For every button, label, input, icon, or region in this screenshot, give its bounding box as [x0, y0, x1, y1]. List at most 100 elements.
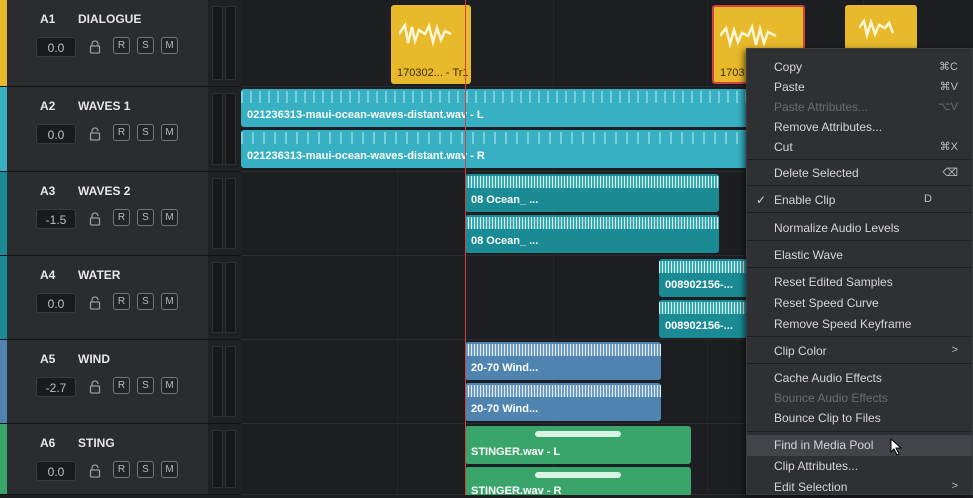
- menu-item-remove-attributes[interactable]: Remove Attributes...: [747, 117, 972, 138]
- menu-item-reset-edited-samples[interactable]: Reset Edited Samples: [747, 272, 972, 293]
- record-button[interactable]: R: [113, 37, 130, 54]
- record-button[interactable]: R: [113, 461, 130, 478]
- track-volume-field[interactable]: 0.0: [36, 461, 76, 481]
- clip-water[interactable]: 008902156-...: [659, 300, 749, 338]
- clip-dialogue[interactable]: 170302... - Tr1: [391, 5, 471, 84]
- mute-button[interactable]: M: [161, 293, 178, 310]
- menu-item-delete-selected[interactable]: Delete Selected ⌫: [747, 163, 972, 184]
- lock-icon[interactable]: [88, 40, 102, 54]
- menu-item-enable-clip[interactable]: ✓ Enable Clip D: [747, 190, 972, 211]
- menu-item-elastic-wave[interactable]: Elastic Wave: [747, 245, 972, 266]
- waveform: [859, 17, 895, 39]
- menu-item-remove-speed-keyframe[interactable]: Remove Speed Keyframe: [747, 314, 972, 335]
- track-header-a1[interactable]: A1 DIALOGUE 0.0 R S M: [0, 0, 208, 87]
- track-name[interactable]: WAVES 2: [78, 184, 130, 198]
- menu-item-clip-color[interactable]: Clip Color >: [747, 341, 972, 362]
- menu-separator: [747, 212, 972, 213]
- clip-label: 008902156-...: [665, 320, 733, 332]
- track-header-a5[interactable]: A5 WIND -2.7 R S M: [0, 340, 208, 424]
- clip-label: 20-70 Wind...: [471, 362, 539, 374]
- menu-item-reset-speed-curve[interactable]: Reset Speed Curve: [747, 293, 972, 314]
- mute-button[interactable]: M: [161, 377, 178, 394]
- clip-waves2[interactable]: 08 Ocean_ ...: [465, 174, 719, 212]
- track-volume-field[interactable]: 0.0: [36, 37, 76, 57]
- track-name[interactable]: WIND: [78, 352, 110, 366]
- chevron-right-icon: >: [951, 344, 958, 356]
- lock-icon[interactable]: [88, 464, 102, 478]
- clip-waves1-r[interactable]: 021236313-maui-ocean-waves-distant.wav -…: [241, 130, 761, 168]
- track-header-a6[interactable]: A6 STING 0.0 R S M: [0, 424, 208, 495]
- mute-button[interactable]: M: [161, 124, 178, 141]
- solo-button[interactable]: S: [137, 209, 154, 226]
- lock-icon[interactable]: [88, 212, 102, 226]
- solo-button[interactable]: S: [137, 461, 154, 478]
- menu-item-cache-audio-effects[interactable]: Cache Audio Effects: [747, 368, 972, 389]
- waveform: [465, 217, 719, 229]
- solo-button[interactable]: S: [137, 124, 154, 141]
- track-header-a3[interactable]: A3 WAVES 2 -1.5 R S M: [0, 172, 208, 256]
- clip-label: 021236313-maui-ocean-waves-distant.wav -…: [247, 109, 484, 121]
- track-meter-a2: [208, 87, 241, 172]
- mute-button[interactable]: M: [161, 209, 178, 226]
- menu-item-copy[interactable]: Copy ⌘C: [747, 57, 972, 78]
- clip-wind[interactable]: 20-70 Wind...: [465, 342, 661, 380]
- menu-item-find-in-media-pool[interactable]: Find in Media Pool: [747, 435, 972, 456]
- playhead[interactable]: [465, 0, 466, 495]
- track-name[interactable]: STING: [78, 436, 115, 450]
- track-color-bar: [0, 256, 7, 339]
- lock-icon[interactable]: [88, 380, 102, 394]
- clip-sting-r[interactable]: STINGER.wav - R: [465, 467, 691, 495]
- menu-separator: [747, 431, 972, 432]
- menu-item-cut[interactable]: Cut ⌘X: [747, 137, 972, 158]
- menu-item-normalize-audio-levels[interactable]: Normalize Audio Levels: [747, 218, 972, 239]
- solo-button[interactable]: S: [137, 377, 154, 394]
- clip-wind[interactable]: 20-70 Wind...: [465, 383, 661, 421]
- clip-label: 008902156-...: [665, 279, 733, 291]
- track-id: A5: [40, 352, 56, 366]
- record-button[interactable]: R: [113, 293, 130, 310]
- clip-waves2[interactable]: 08 Ocean_ ...: [465, 215, 719, 253]
- clip-label: 08 Ocean_ ...: [471, 194, 539, 206]
- waveform: [465, 385, 661, 397]
- lock-icon[interactable]: [88, 296, 102, 310]
- track-color-bar: [0, 87, 7, 171]
- menu-item-clip-attributes[interactable]: Clip Attributes...: [747, 456, 972, 477]
- mute-button[interactable]: M: [161, 37, 178, 54]
- waveform: [465, 344, 661, 356]
- clip-water[interactable]: 008902156-...: [659, 259, 749, 297]
- solo-button[interactable]: S: [137, 293, 154, 310]
- clip-dialogue[interactable]: [845, 5, 917, 50]
- track-volume-field[interactable]: -2.7: [36, 377, 76, 397]
- track-id: A6: [40, 436, 56, 450]
- clip-waves1-l[interactable]: 021236313-maui-ocean-waves-distant.wav -…: [241, 89, 761, 127]
- track-name[interactable]: WAVES 1: [78, 99, 130, 113]
- context-menu: Copy ⌘C Paste ⌘V Paste Attributes... ⌥V Rem…: [746, 48, 973, 495]
- solo-button[interactable]: S: [137, 37, 154, 54]
- track-volume-field[interactable]: -1.5: [36, 209, 76, 229]
- track-header-a2[interactable]: A2 WAVES 1 0.0 R S M: [0, 87, 208, 172]
- track-name[interactable]: DIALOGUE: [78, 12, 141, 26]
- track-meter-a6: [208, 424, 241, 495]
- clip-sting-l[interactable]: STINGER.wav - L: [465, 426, 691, 464]
- mute-button[interactable]: M: [161, 461, 178, 478]
- menu-item-paste-attributes: Paste Attributes... ⌥V: [774, 100, 958, 114]
- record-button[interactable]: R: [113, 209, 130, 226]
- clip-label: 170302... - Tr1: [397, 67, 469, 79]
- record-button[interactable]: R: [113, 124, 130, 141]
- menu-item-paste[interactable]: Paste ⌘V: [747, 77, 972, 98]
- record-button[interactable]: R: [113, 377, 130, 394]
- clip-label: 20-70 Wind...: [471, 403, 539, 415]
- waveform: [720, 23, 777, 49]
- waveform: [241, 132, 761, 144]
- track-header-a4[interactable]: A4 WATER 0.0 R S M: [0, 256, 208, 340]
- clip-label: STINGER.wav - R: [471, 485, 562, 495]
- lock-icon[interactable]: [88, 127, 102, 141]
- track-color-bar: [0, 0, 7, 86]
- track-volume-field[interactable]: 0.0: [36, 124, 76, 144]
- track-volume-field[interactable]: 0.0: [36, 293, 76, 313]
- menu-item-bounce-clip-to-files[interactable]: Bounce Clip to Files: [747, 408, 972, 429]
- clip-label: 1703: [720, 67, 745, 79]
- menu-separator: [747, 363, 972, 364]
- waveform: [659, 302, 749, 314]
- track-name[interactable]: WATER: [78, 268, 120, 282]
